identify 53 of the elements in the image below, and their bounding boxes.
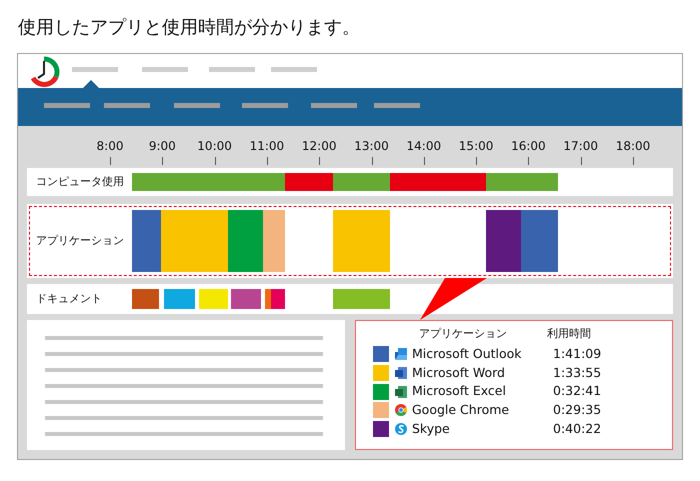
usage-time: 1:41:09 [552,345,602,363]
menu-placeholder[interactable] [142,67,188,72]
column-header: アプリケーション [418,327,508,341]
tick-mark [424,157,425,165]
menu-placeholder[interactable] [242,103,288,108]
row-label: アプリケーション [35,232,124,249]
tick-mark [266,157,268,165]
menu-placeholder[interactable] [311,103,357,108]
tick-mark [162,157,164,165]
row-label: ドキュメント [35,290,102,307]
hour-label: 11:00 [250,139,284,153]
usage-time: 1:33:55 [552,364,602,382]
column-header: 利用時間 [546,327,592,341]
callout-pointer [419,278,487,320]
tick-mark [633,157,634,165]
tick-mark [110,157,111,165]
menu-placeholder[interactable] [104,103,150,108]
hour-label: 14:00 [406,139,442,153]
hour-label: 12:00 [302,139,336,153]
hour-label: 9:00 [148,139,176,153]
menu-placeholder[interactable] [72,67,118,72]
menu-placeholder[interactable] [271,67,317,72]
app-name: Microsoft Outlook [412,345,523,363]
tick-mark [476,157,478,165]
app-name: Skype [412,420,451,438]
app-name: Google Chrome [412,401,510,420]
hour-label: 8:00 [96,139,124,153]
menu-placeholder[interactable] [174,103,220,108]
app-name: Microsoft Excel [412,382,507,400]
tick-mark [528,157,530,165]
hour-label: 13:00 [354,139,389,153]
browser-icon [394,403,408,418]
document-icon [394,366,408,380]
menu-placeholder[interactable] [374,103,420,108]
menu-placeholder[interactable] [44,103,90,108]
usage-time: 0:29:35 [552,401,602,420]
headline: 使用したアプリと使用時間が分かります。 [18,16,361,40]
usage-time: 0:40:22 [552,420,602,438]
tick-mark [580,157,582,165]
hour-label: 16:00 [511,139,546,153]
usage-time: 0:32:41 [552,382,602,400]
row-label: コンピュータ使用 [35,174,124,190]
hour-label: 15:00 [458,139,494,153]
tick-mark [214,157,216,165]
menu-placeholder[interactable] [209,67,255,72]
tick-mark [319,157,320,165]
spreadsheet-icon [394,384,408,399]
app-name: Microsoft Word [412,364,506,382]
clock-logo-icon[interactable] [29,56,61,87]
hour-label: 18:00 [616,139,650,153]
hour-label: 10:00 [197,139,232,153]
chat-icon [394,422,408,436]
hour-label: 17:00 [563,139,598,153]
